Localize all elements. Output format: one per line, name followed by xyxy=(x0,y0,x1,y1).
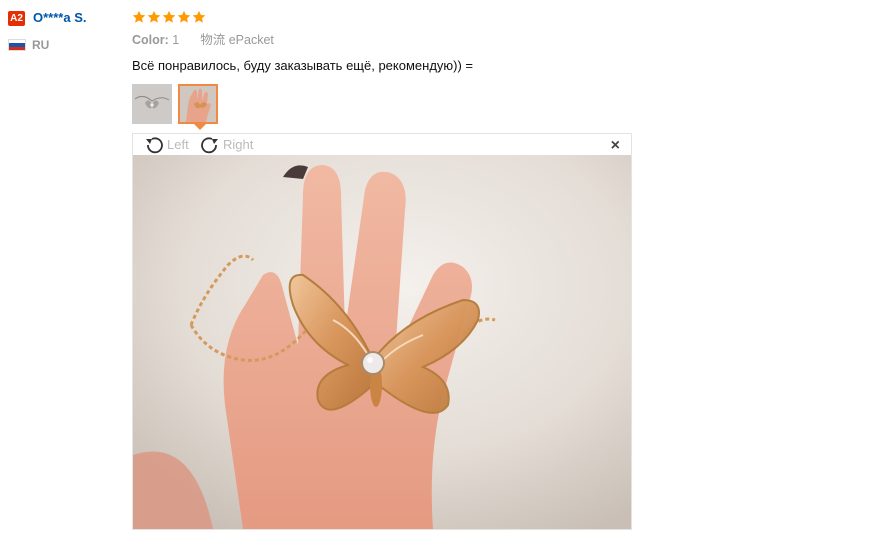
rotate-left-icon xyxy=(146,137,163,154)
review-thumbnail-2[interactable] xyxy=(178,84,218,124)
color-value: 1 xyxy=(172,33,180,47)
rotate-left-button[interactable]: Left xyxy=(143,136,189,154)
review-thumbnail-1[interactable] xyxy=(132,84,172,124)
country-code: RU xyxy=(32,38,50,52)
star-icon xyxy=(192,10,206,23)
close-icon[interactable]: × xyxy=(611,138,620,154)
star-rating xyxy=(132,10,206,24)
rotate-right-icon xyxy=(201,137,218,154)
rotate-right-label: Right xyxy=(223,137,254,152)
butterfly-ring-thumbnail-image xyxy=(133,85,171,123)
rotate-right-button[interactable]: Right xyxy=(199,136,253,154)
review-text: Всё понравилось, буду заказывать ещё, ре… xyxy=(132,58,474,73)
star-icon xyxy=(177,10,191,23)
shipping-value: ePacket xyxy=(228,33,274,47)
russia-flag-icon xyxy=(8,39,26,51)
reviewer-name[interactable]: O****a S. xyxy=(33,10,86,26)
star-icon xyxy=(162,10,176,23)
image-viewer: Left Right × xyxy=(132,133,632,530)
hand-ring-thumbnail-image xyxy=(180,86,216,122)
color-label: Color: xyxy=(132,33,169,47)
viewer-toolbar: Left Right × xyxy=(133,134,631,156)
butterfly-ring-on-hand-photo xyxy=(133,155,631,529)
selected-thumbnail-pointer xyxy=(194,124,206,130)
level-badge: A2 xyxy=(8,11,25,26)
review-photo xyxy=(133,155,631,529)
order-details: Color: 1 物流 ePacket xyxy=(132,33,274,47)
star-icon xyxy=(132,10,146,23)
star-icon xyxy=(147,10,161,23)
shipping-label: 物流 xyxy=(200,33,226,47)
rotate-left-label: Left xyxy=(167,137,189,152)
